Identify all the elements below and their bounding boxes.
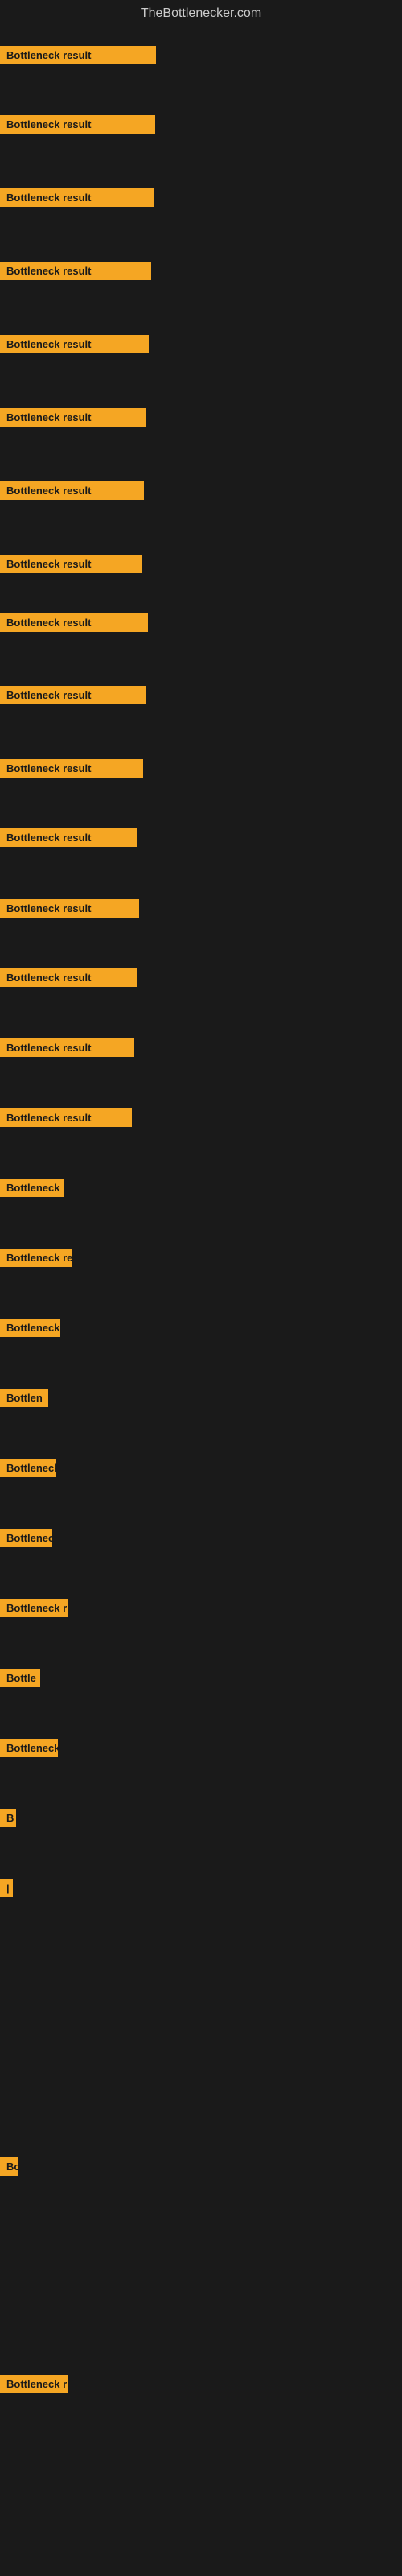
bottleneck-item: Bottleneck result [0, 115, 155, 134]
bottleneck-item: Bottleneck result [0, 968, 137, 987]
bottleneck-item: B [0, 1809, 16, 1827]
bottleneck-item: Bottleneck r [0, 1179, 64, 1197]
bottleneck-item: Bottleneck result [0, 555, 142, 573]
bottleneck-item: Bottleneck result [0, 335, 149, 353]
bottleneck-item: Bottleneck [0, 1739, 58, 1757]
bottleneck-item: Bottleneck result [0, 1108, 132, 1127]
bottleneck-item: Bo [0, 2157, 18, 2176]
bottleneck-item: Bottleneck r [0, 2375, 68, 2393]
bottleneck-item: Bottlenec [0, 1529, 52, 1547]
bottleneck-item: | [0, 1879, 13, 1897]
bottleneck-item: Bottleneck res [0, 1249, 72, 1267]
bottleneck-item: Bottleneck result [0, 262, 151, 280]
bottleneck-item: Bottleneck result [0, 686, 146, 704]
bottleneck-item: Bottleneck result [0, 1038, 134, 1057]
bottleneck-item: Bottleneck [0, 1319, 60, 1337]
bottleneck-item: Bottle [0, 1669, 40, 1687]
bottleneck-item: Bottleneck [0, 1459, 56, 1477]
bottleneck-item: Bottleneck result [0, 408, 146, 427]
bottleneck-item: Bottleneck result [0, 46, 156, 64]
bottleneck-item: Bottleneck r [0, 1599, 68, 1617]
bottleneck-item: Bottleneck result [0, 481, 144, 500]
bottleneck-item: Bottlen [0, 1389, 48, 1407]
bottleneck-item: Bottleneck result [0, 828, 137, 847]
bottleneck-item: Bottleneck result [0, 613, 148, 632]
bottleneck-item: Bottleneck result [0, 188, 154, 207]
bottleneck-item: Bottleneck result [0, 759, 143, 778]
site-title: TheBottlenecker.com [0, 0, 402, 27]
bottleneck-item: Bottleneck result [0, 899, 139, 918]
